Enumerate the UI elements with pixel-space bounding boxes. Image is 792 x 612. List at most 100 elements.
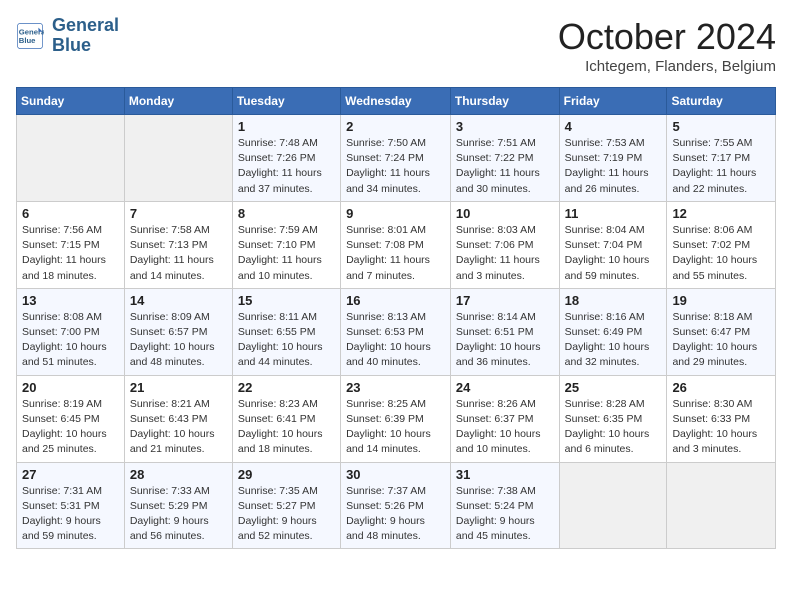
day-info: Sunrise: 8:16 AMSunset: 6:49 PMDaylight:… <box>565 310 662 371</box>
logo-text: General Blue <box>52 16 119 56</box>
calendar-day-cell: 10Sunrise: 8:03 AMSunset: 7:06 PMDayligh… <box>450 201 559 288</box>
day-number: 10 <box>456 206 554 221</box>
calendar-header-row: SundayMondayTuesdayWednesdayThursdayFrid… <box>17 88 776 115</box>
calendar-day-cell: 7 Sunrise: 7:58 AMSunset: 7:13 PMDaylight… <box>124 201 232 288</box>
day-info: Sunrise: 8:25 AMSunset: 6:39 PMDaylight:… <box>346 397 445 458</box>
day-info: Sunrise: 8:04 AMSunset: 7:04 PMDaylight:… <box>565 223 662 284</box>
day-number: 2 <box>346 119 445 134</box>
day-info: Sunrise: 8:19 AMSunset: 6:45 PMDaylight:… <box>22 397 119 458</box>
calendar-day-cell: 22Sunrise: 8:23 AMSunset: 6:41 PMDayligh… <box>232 375 340 462</box>
calendar-day-cell: 31 Sunrise: 7:38 AMSunset: 5:24 PMDayligh… <box>450 462 559 549</box>
day-of-week-header: Friday <box>559 88 667 115</box>
day-number: 30 <box>346 467 445 482</box>
logo-icon: General Blue <box>16 22 44 50</box>
day-info: Sunrise: 8:18 AMSunset: 6:47 PMDaylight:… <box>672 310 770 371</box>
day-info: Sunrise: 8:26 AMSunset: 6:37 PMDaylight:… <box>456 397 554 458</box>
day-number: 4 <box>565 119 662 134</box>
day-of-week-header: Wednesday <box>341 88 451 115</box>
calendar-day-cell: 9 Sunrise: 8:01 AMSunset: 7:08 PMDaylight… <box>341 201 451 288</box>
day-info: Sunrise: 8:09 AMSunset: 6:57 PMDaylight:… <box>130 310 227 371</box>
day-info: Sunrise: 8:06 AMSunset: 7:02 PMDaylight:… <box>672 223 770 284</box>
day-info: Sunrise: 7:55 AMSunset: 7:17 PMDaylight:… <box>672 136 770 197</box>
calendar-day-cell <box>124 115 232 202</box>
day-info: Sunrise: 7:59 AMSunset: 7:10 PMDaylight:… <box>238 223 335 284</box>
day-number: 3 <box>456 119 554 134</box>
calendar-day-cell: 6 Sunrise: 7:56 AMSunset: 7:15 PMDaylight… <box>17 201 125 288</box>
day-number: 19 <box>672 293 770 308</box>
day-info: Sunrise: 8:08 AMSunset: 7:00 PMDaylight:… <box>22 310 119 371</box>
day-number: 1 <box>238 119 335 134</box>
calendar-week-row: 6 Sunrise: 7:56 AMSunset: 7:15 PMDaylight… <box>17 201 776 288</box>
day-info: Sunrise: 7:53 AMSunset: 7:19 PMDaylight:… <box>565 136 662 197</box>
logo: General Blue General Blue <box>16 16 119 56</box>
calendar-day-cell: 20 Sunrise: 8:19 AMSunset: 6:45 PMDayligh… <box>17 375 125 462</box>
day-info: Sunrise: 8:23 AMSunset: 6:41 PMDaylight:… <box>238 397 335 458</box>
day-number: 29 <box>238 467 335 482</box>
calendar-table: SundayMondayTuesdayWednesdayThursdayFrid… <box>16 87 776 549</box>
day-info: Sunrise: 8:14 AMSunset: 6:51 PMDaylight:… <box>456 310 554 371</box>
day-number: 23 <box>346 380 445 395</box>
day-number: 27 <box>22 467 119 482</box>
calendar-day-cell: 29Sunrise: 7:35 AMSunset: 5:27 PMDayligh… <box>232 462 340 549</box>
day-info: Sunrise: 7:38 AMSunset: 5:24 PMDaylight:… <box>456 484 554 545</box>
day-number: 31 <box>456 467 554 482</box>
calendar-day-cell: 16 Sunrise: 8:13 AMSunset: 6:53 PMDayligh… <box>341 288 451 375</box>
day-info: Sunrise: 8:13 AMSunset: 6:53 PMDaylight:… <box>346 310 445 371</box>
day-info: Sunrise: 7:50 AMSunset: 7:24 PMDaylight:… <box>346 136 445 197</box>
calendar-day-cell: 25Sunrise: 8:28 AMSunset: 6:35 PMDayligh… <box>559 375 667 462</box>
calendar-day-cell: 3Sunrise: 7:51 AMSunset: 7:22 PMDaylight… <box>450 115 559 202</box>
day-number: 16 <box>346 293 445 308</box>
calendar-day-cell: 30 Sunrise: 7:37 AMSunset: 5:26 PMDayligh… <box>341 462 451 549</box>
calendar-week-row: 13Sunrise: 8:08 AMSunset: 7:00 PMDayligh… <box>17 288 776 375</box>
day-number: 26 <box>672 380 770 395</box>
day-info: Sunrise: 7:48 AMSunset: 7:26 PMDaylight:… <box>238 136 335 197</box>
calendar-day-cell: 15 Sunrise: 8:11 AMSunset: 6:55 PMDayligh… <box>232 288 340 375</box>
svg-text:General: General <box>19 27 44 36</box>
day-number: 6 <box>22 206 119 221</box>
day-info: Sunrise: 7:37 AMSunset: 5:26 PMDaylight:… <box>346 484 445 545</box>
day-number: 20 <box>22 380 119 395</box>
day-number: 21 <box>130 380 227 395</box>
day-number: 18 <box>565 293 662 308</box>
calendar-day-cell: 12 Sunrise: 8:06 AMSunset: 7:02 PMDayligh… <box>667 201 776 288</box>
calendar-day-cell: 19 Sunrise: 8:18 AMSunset: 6:47 PMDayligh… <box>667 288 776 375</box>
svg-text:Blue: Blue <box>19 36 36 45</box>
calendar-day-cell: 11Sunrise: 8:04 AMSunset: 7:04 PMDayligh… <box>559 201 667 288</box>
day-of-week-header: Monday <box>124 88 232 115</box>
day-number: 25 <box>565 380 662 395</box>
day-info: Sunrise: 7:56 AMSunset: 7:15 PMDaylight:… <box>22 223 119 284</box>
day-number: 15 <box>238 293 335 308</box>
calendar-day-cell: 8 Sunrise: 7:59 AMSunset: 7:10 PMDaylight… <box>232 201 340 288</box>
day-number: 12 <box>672 206 770 221</box>
calendar-day-cell: 26 Sunrise: 8:30 AMSunset: 6:33 PMDayligh… <box>667 375 776 462</box>
calendar-day-cell: 23 Sunrise: 8:25 AMSunset: 6:39 PMDayligh… <box>341 375 451 462</box>
day-number: 28 <box>130 467 227 482</box>
calendar-week-row: 20 Sunrise: 8:19 AMSunset: 6:45 PMDayligh… <box>17 375 776 462</box>
day-of-week-header: Tuesday <box>232 88 340 115</box>
day-info: Sunrise: 8:11 AMSunset: 6:55 PMDaylight:… <box>238 310 335 371</box>
day-number: 7 <box>130 206 227 221</box>
day-number: 14 <box>130 293 227 308</box>
title-block: October 2024 Ichtegem, Flanders, Belgium <box>558 16 776 75</box>
calendar-day-cell: 5Sunrise: 7:55 AMSunset: 7:17 PMDaylight… <box>667 115 776 202</box>
day-number: 17 <box>456 293 554 308</box>
calendar-day-cell: 27Sunrise: 7:31 AMSunset: 5:31 PMDayligh… <box>17 462 125 549</box>
day-info: Sunrise: 8:01 AMSunset: 7:08 PMDaylight:… <box>346 223 445 284</box>
day-info: Sunrise: 7:58 AMSunset: 7:13 PMDaylight:… <box>130 223 227 284</box>
calendar-day-cell: 4 Sunrise: 7:53 AMSunset: 7:19 PMDaylight… <box>559 115 667 202</box>
calendar-day-cell: 1 Sunrise: 7:48 AMSunset: 7:26 PMDaylight… <box>232 115 340 202</box>
calendar-day-cell: 24 Sunrise: 8:26 AMSunset: 6:37 PMDayligh… <box>450 375 559 462</box>
calendar-day-cell: 21Sunrise: 8:21 AMSunset: 6:43 PMDayligh… <box>124 375 232 462</box>
day-of-week-header: Sunday <box>17 88 125 115</box>
calendar-week-row: 1 Sunrise: 7:48 AMSunset: 7:26 PMDaylight… <box>17 115 776 202</box>
calendar-week-row: 27Sunrise: 7:31 AMSunset: 5:31 PMDayligh… <box>17 462 776 549</box>
day-number: 24 <box>456 380 554 395</box>
day-number: 8 <box>238 206 335 221</box>
day-info: Sunrise: 8:30 AMSunset: 6:33 PMDaylight:… <box>672 397 770 458</box>
calendar-day-cell <box>667 462 776 549</box>
calendar-day-cell: 17 Sunrise: 8:14 AMSunset: 6:51 PMDayligh… <box>450 288 559 375</box>
day-number: 9 <box>346 206 445 221</box>
calendar-day-cell: 14 Sunrise: 8:09 AMSunset: 6:57 PMDayligh… <box>124 288 232 375</box>
calendar-day-cell: 18 Sunrise: 8:16 AMSunset: 6:49 PMDayligh… <box>559 288 667 375</box>
page-header: General Blue General Blue October 2024 I… <box>16 16 776 75</box>
